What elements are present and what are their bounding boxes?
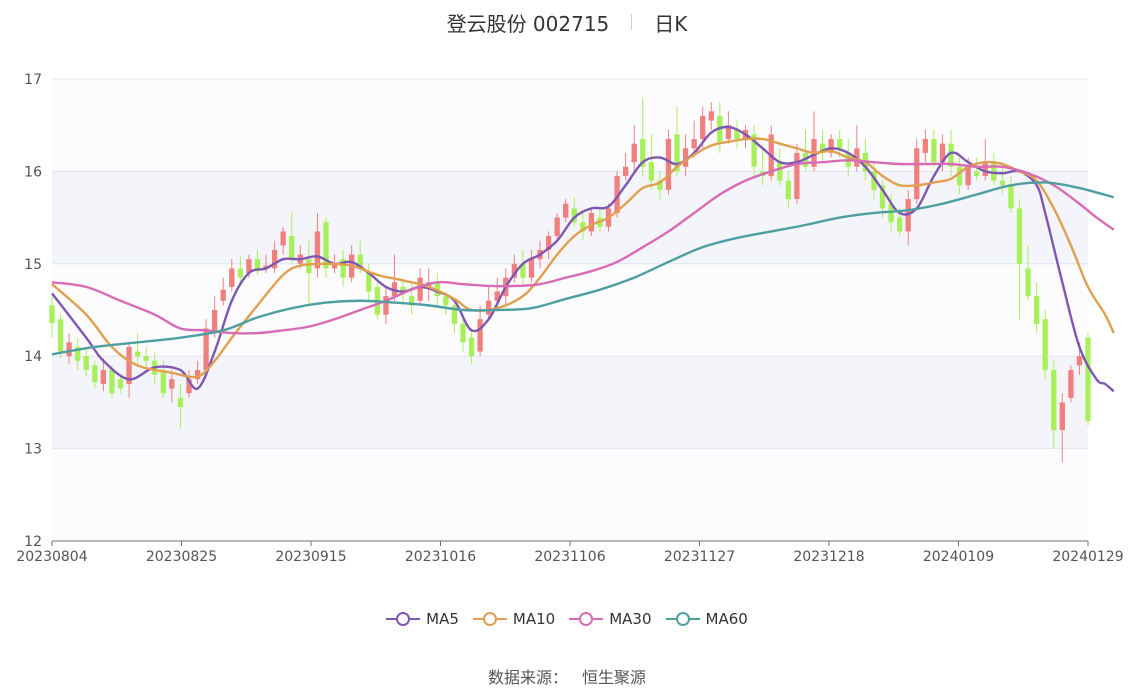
- candle-body: [999, 180, 1006, 186]
- candle-body: [289, 236, 295, 260]
- candle-body: [982, 162, 988, 177]
- candle-body: [229, 268, 235, 287]
- candle-body: [143, 356, 149, 361]
- x-tick-label: 20231016: [405, 549, 476, 565]
- legend-marker-ma10: [472, 612, 507, 626]
- x-tick-label: 20230915: [275, 549, 346, 565]
- candle-body: [486, 300, 492, 315]
- legend: MA5 MA10 MA30 MA60: [0, 610, 1134, 628]
- candle-body: [212, 310, 218, 334]
- candle-body: [1025, 268, 1031, 297]
- legend-label-ma5: MA5: [426, 610, 459, 628]
- x-tick-label: 20230804: [16, 549, 87, 565]
- y-tick-label: 16: [24, 164, 42, 180]
- legend-label-ma60: MA60: [705, 610, 748, 628]
- candle-body: [109, 370, 115, 394]
- plot-band: [52, 448, 1088, 541]
- candle-body: [92, 365, 98, 383]
- candle-body: [443, 296, 449, 306]
- y-tick-label: 15: [24, 257, 42, 273]
- candle-body: [631, 143, 637, 163]
- candle-body: [1068, 370, 1074, 398]
- candlestick-chart: 12 13 14 15 16 17 20230804 20230825 20230915 2023…: [16, 72, 1123, 565]
- candle-body: [49, 305, 55, 323]
- candle-body: [1008, 185, 1014, 209]
- legend-item-ma10[interactable]: MA10: [472, 610, 556, 628]
- candle-body: [417, 277, 423, 301]
- candle-body: [956, 166, 963, 186]
- candle-body: [974, 171, 980, 177]
- candle-body: [785, 180, 791, 200]
- data-source: 数据来源： 恒生聚源: [0, 664, 1134, 688]
- candle-body: [588, 212, 595, 232]
- candle-body: [460, 323, 466, 343]
- legend-label-ma30: MA30: [609, 610, 652, 628]
- x-tick-label: 20231127: [664, 549, 735, 565]
- candle-body: [66, 342, 72, 357]
- candle-body: [665, 139, 672, 190]
- candle-body: [700, 115, 706, 140]
- candle-body: [83, 356, 89, 371]
- candle-body: [1051, 370, 1057, 431]
- y-tick-label: 17: [24, 72, 42, 88]
- y-tick-label: 12: [24, 534, 42, 550]
- candle-body: [554, 217, 560, 237]
- legend-item-ma60[interactable]: MA60: [665, 610, 748, 628]
- x-tick-label: 20240129: [1052, 549, 1123, 565]
- candle-body: [896, 217, 903, 232]
- candle-body: [1059, 402, 1065, 431]
- candle-body: [777, 162, 783, 181]
- candle-body: [237, 268, 244, 278]
- candle-body: [468, 337, 475, 357]
- candle-body: [691, 139, 697, 149]
- candle-body: [169, 379, 175, 389]
- legend-marker-ma30: [569, 612, 604, 626]
- candle-body: [100, 370, 107, 384]
- candle-body: [991, 162, 997, 181]
- candle-body: [922, 139, 928, 153]
- source-label: 数据来源：: [487, 668, 568, 687]
- x-tick-label: 20240109: [923, 549, 994, 565]
- candle-body: [622, 166, 629, 177]
- candle-body: [1033, 296, 1040, 324]
- candle-body: [965, 166, 971, 186]
- candle-body: [931, 139, 937, 163]
- candle-body: [134, 351, 141, 357]
- candle-body: [528, 259, 535, 278]
- y-tick-label: 13: [24, 442, 42, 458]
- candle-body: [57, 319, 64, 352]
- candle-body: [1076, 356, 1083, 366]
- source-value: 恒生聚源: [582, 668, 647, 687]
- candle-body: [648, 162, 654, 181]
- legend-marker-ma60: [665, 612, 700, 626]
- legend-label-ma10: MA10: [512, 610, 556, 628]
- candle-body: [177, 397, 184, 408]
- candle-body: [160, 370, 166, 394]
- candle-body: [477, 319, 483, 352]
- candle-body: [914, 148, 920, 200]
- x-tick-label: 20231218: [793, 549, 864, 565]
- candle-body: [280, 231, 286, 246]
- candle-body: [794, 152, 800, 200]
- legend-marker-ma5: [386, 612, 421, 626]
- candle-body: [708, 111, 714, 121]
- candle-body: [837, 139, 843, 149]
- legend-item-ma5[interactable]: MA5: [386, 610, 459, 628]
- candle-body: [563, 203, 569, 218]
- y-tick-label: 14: [24, 349, 42, 365]
- plot-band: [52, 171, 1088, 264]
- candle-body: [306, 259, 312, 274]
- x-tick-label: 20230825: [146, 549, 217, 565]
- x-tick-label: 20231106: [534, 549, 605, 565]
- legend-item-ma30[interactable]: MA30: [569, 610, 652, 628]
- candle-body: [117, 379, 124, 389]
- candle-body: [1085, 337, 1091, 421]
- candle-body: [1016, 208, 1023, 264]
- candle-body: [1042, 319, 1048, 371]
- candle-body: [220, 289, 226, 301]
